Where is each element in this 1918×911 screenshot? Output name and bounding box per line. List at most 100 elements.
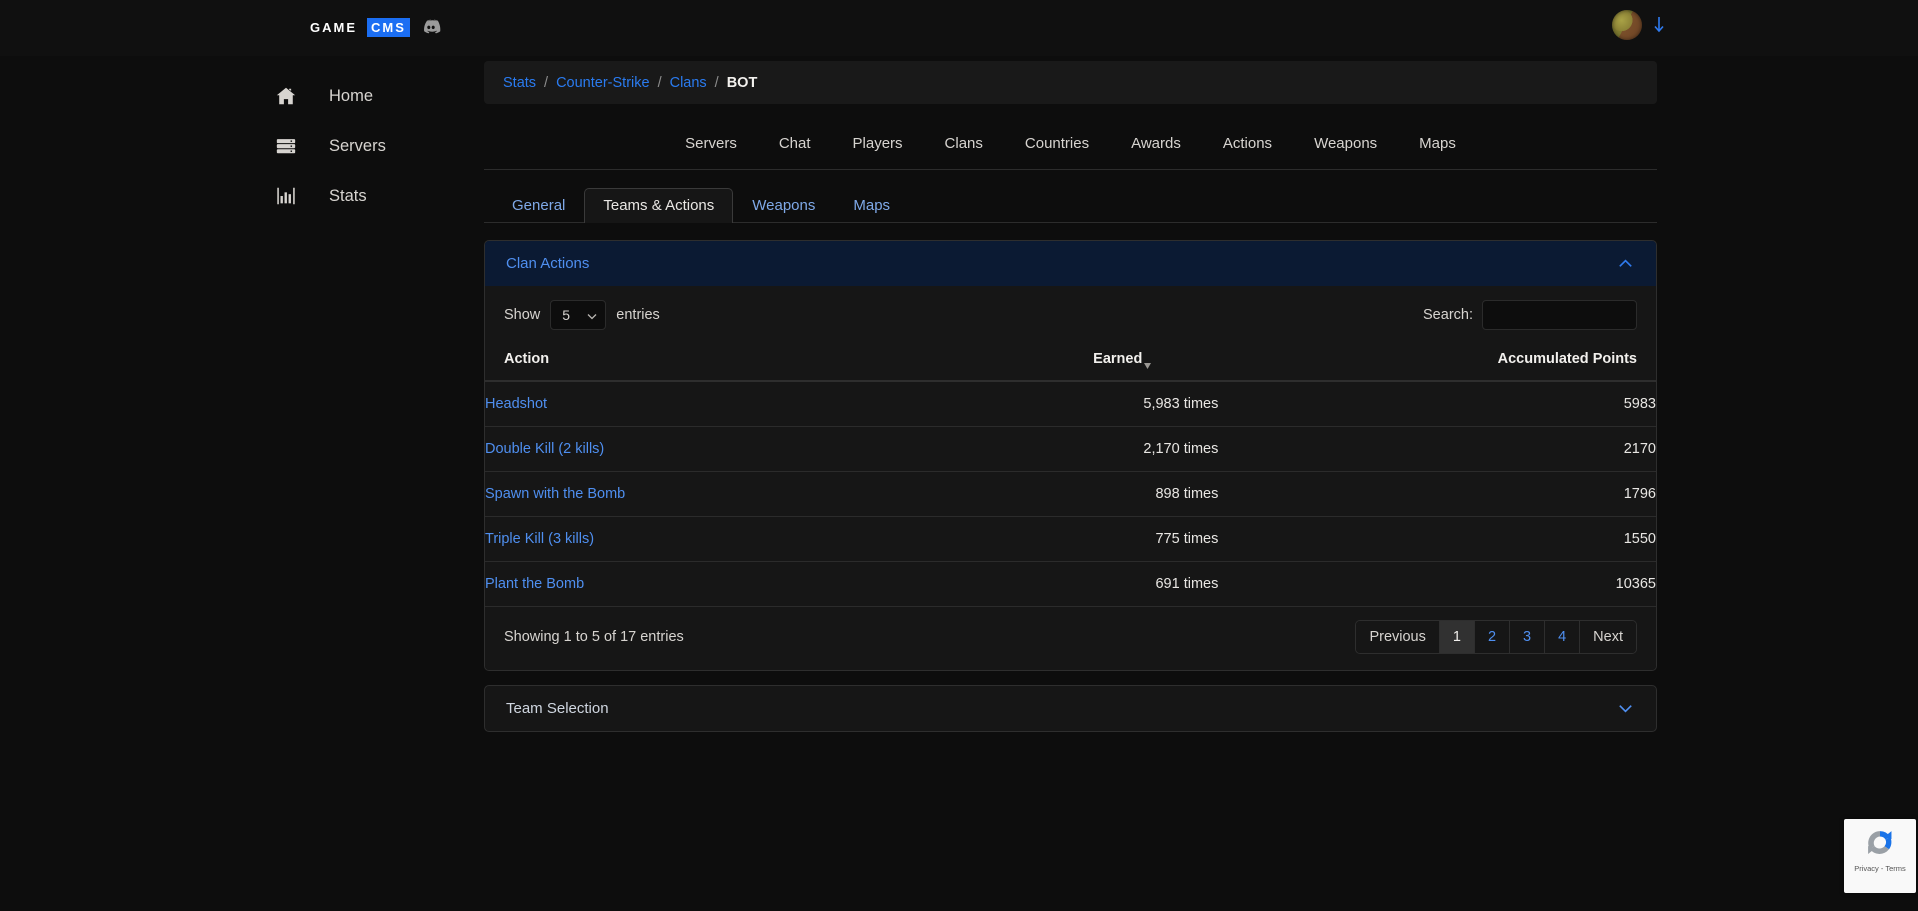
home-icon <box>275 85 297 107</box>
pagination-page-2[interactable]: 2 <box>1474 621 1511 653</box>
table-row: Headshot 5,983 times 5983 <box>485 381 1656 427</box>
nav-item-weapons[interactable]: Weapons <box>1293 135 1398 152</box>
team-selection-title: Team Selection <box>506 700 609 717</box>
bar-chart-icon <box>275 185 297 207</box>
clan-actions-panel: Clan Actions Show 5 entries Search: Acti… <box>484 240 1657 671</box>
main-nav: Servers Chat Players Clans Countries Awa… <box>484 118 1657 170</box>
entries-per-page-select[interactable]: 5 <box>550 300 607 330</box>
datatable-footer: Showing 1 to 5 of 17 entries Previous 1 … <box>485 607 1656 670</box>
column-header-action[interactable]: Action <box>485 340 873 382</box>
breadcrumb: Stats / Counter-Strike / Clans / BOT <box>484 61 1657 104</box>
breadcrumb-item-current: BOT <box>726 74 758 91</box>
cell-earned: 5,983 times <box>872 381 1219 427</box>
app-root: GAME CMS Home Servers Stats Stats / Coun… <box>0 0 1918 911</box>
cell-points: 1550 <box>1218 516 1656 562</box>
action-link[interactable]: Headshot <box>485 396 547 412</box>
clan-actions-panel-header[interactable]: Clan Actions <box>485 241 1656 286</box>
cell-points: 5983 <box>1218 381 1656 427</box>
top-bar: GAME CMS <box>0 0 1918 56</box>
table-info: Showing 1 to 5 of 17 entries <box>504 629 684 645</box>
sidebar-item-label: Home <box>329 86 374 105</box>
sidebar: Home Servers Stats <box>0 56 484 911</box>
cell-action: Double Kill (2 kills) <box>485 426 873 472</box>
pagination-previous[interactable]: Previous <box>1356 621 1440 653</box>
tab-maps[interactable]: Maps <box>834 188 909 223</box>
clan-actions-title: Clan Actions <box>506 255 590 272</box>
breadcrumb-separator: / <box>544 74 549 91</box>
pagination: Previous 1 2 3 4 Next <box>1355 620 1637 654</box>
sidebar-item-label: Stats <box>329 186 367 205</box>
column-header-earned[interactable]: Earned <box>872 340 1219 382</box>
breadcrumb-separator: / <box>657 74 662 91</box>
nav-item-countries[interactable]: Countries <box>1004 135 1110 152</box>
cell-points: 2170 <box>1218 426 1656 472</box>
nav-item-clans[interactable]: Clans <box>924 135 1004 152</box>
pagination-next[interactable]: Next <box>1580 621 1636 653</box>
breadcrumb-item-counter-strike[interactable]: Counter-Strike <box>556 75 649 91</box>
clan-actions-panel-body: Show 5 entries Search: Action Earned Acc… <box>485 286 1656 670</box>
table-body: Headshot 5,983 times 5983 Double Kill (2… <box>485 381 1656 607</box>
arrow-down-icon[interactable] <box>1652 16 1666 34</box>
datatable-search: Search: <box>1423 300 1637 330</box>
tab-general[interactable]: General <box>493 188 584 223</box>
nav-item-awards[interactable]: Awards <box>1110 135 1202 152</box>
team-selection-panel: Team Selection <box>484 685 1657 732</box>
table-row: Plant the Bomb 691 times 10365 <box>485 561 1656 607</box>
entries-per-page-value: 5 <box>562 307 571 323</box>
entries-label: entries <box>616 307 660 323</box>
chevron-up-icon[interactable] <box>1616 254 1635 273</box>
discord-icon[interactable] <box>420 16 442 38</box>
pagination-page-1[interactable]: 1 <box>1439 621 1475 653</box>
main-content: Stats / Counter-Strike / Clans / BOT Ser… <box>484 56 1670 732</box>
nav-item-chat[interactable]: Chat <box>758 135 832 152</box>
cell-points: 1796 <box>1218 471 1656 517</box>
sidebar-item-servers[interactable]: Servers <box>275 135 386 157</box>
tab-teams-and-actions[interactable]: Teams & Actions <box>584 188 734 223</box>
action-link[interactable]: Plant the Bomb <box>485 576 584 592</box>
table-row: Spawn with the Bomb 898 times 1796 <box>485 471 1656 517</box>
recaptcha-badge[interactable]: Privacy - Terms <box>1844 819 1916 893</box>
table-head: Action Earned Accumulated Points <box>485 340 1656 382</box>
sidebar-item-label: Servers <box>329 136 386 155</box>
show-label: Show <box>504 307 541 323</box>
pagination-page-4[interactable]: 4 <box>1545 621 1581 653</box>
recaptcha-icon <box>1868 831 1892 855</box>
tab-weapons[interactable]: Weapons <box>733 188 834 223</box>
action-link[interactable]: Double Kill (2 kills) <box>485 441 604 457</box>
nav-item-actions[interactable]: Actions <box>1202 135 1293 152</box>
datatable-controls: Show 5 entries Search: <box>485 286 1656 340</box>
cell-earned: 691 times <box>872 561 1219 607</box>
action-link[interactable]: Triple Kill (3 kills) <box>485 531 594 547</box>
cell-action: Triple Kill (3 kills) <box>485 516 873 562</box>
column-header-accumulated-points[interactable]: Accumulated Points <box>1218 340 1656 382</box>
column-header-earned-label: Earned <box>1093 351 1143 367</box>
nav-item-maps[interactable]: Maps <box>1398 135 1477 152</box>
search-input[interactable] <box>1482 300 1637 330</box>
cell-action: Headshot <box>485 381 873 427</box>
sidebar-item-stats[interactable]: Stats <box>275 185 367 207</box>
cell-action: Plant the Bomb <box>485 561 873 607</box>
recaptcha-text: Privacy - Terms <box>1854 864 1906 873</box>
pagination-page-3[interactable]: 3 <box>1510 621 1546 653</box>
avatar[interactable] <box>1612 10 1642 40</box>
table-header-row: Action Earned Accumulated Points <box>485 340 1656 382</box>
breadcrumb-item-clans[interactable]: Clans <box>670 75 707 91</box>
user-menu[interactable] <box>1612 10 1666 40</box>
sidebar-item-home[interactable]: Home <box>275 85 373 107</box>
chevron-down-icon[interactable] <box>1616 699 1635 718</box>
breadcrumb-separator: / <box>714 74 719 91</box>
table-row: Triple Kill (3 kills) 775 times 1550 <box>485 516 1656 562</box>
brand-logo[interactable]: GAME CMS <box>310 16 442 38</box>
nav-item-players[interactable]: Players <box>832 135 924 152</box>
cell-earned: 775 times <box>872 516 1219 562</box>
brand-logo-cms: CMS <box>367 17 410 37</box>
table-row: Double Kill (2 kills) 2,170 times 2170 <box>485 426 1656 472</box>
clan-actions-table: Action Earned Accumulated Points Headsho… <box>485 340 1656 607</box>
server-icon <box>275 135 297 157</box>
cell-points: 10365 <box>1218 561 1656 607</box>
action-link[interactable]: Spawn with the Bomb <box>485 486 625 502</box>
team-selection-panel-header[interactable]: Team Selection <box>485 686 1656 731</box>
nav-item-servers[interactable]: Servers <box>664 135 758 152</box>
breadcrumb-item-stats[interactable]: Stats <box>503 75 536 91</box>
chevron-down-icon <box>587 314 597 320</box>
